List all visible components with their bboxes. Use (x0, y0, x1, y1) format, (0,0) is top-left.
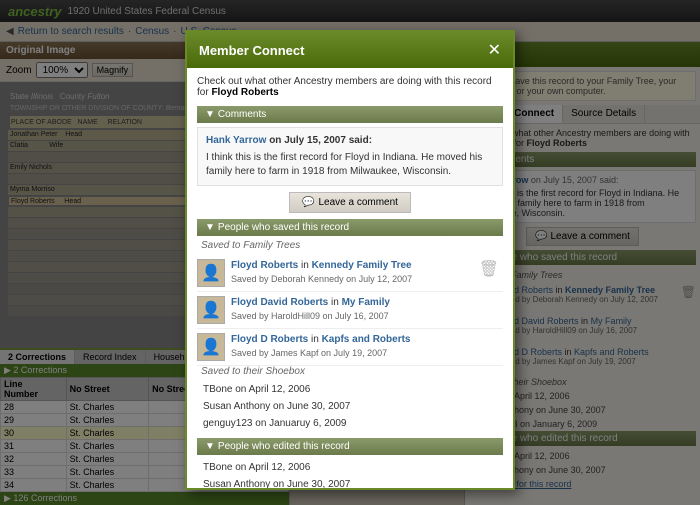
modal-avatar-1: 👤 (197, 259, 225, 287)
modal-edited-2: Susan Anthony on June 30, 2007 (197, 476, 503, 490)
modal-arrow-2: ▼ (205, 222, 215, 233)
modal-edited-1: TBone on April 12, 2006 (197, 459, 503, 476)
modal-subtitle: Check out what other Ancestry members ar… (197, 76, 503, 98)
modal-edited-section[interactable]: ▼ People who edited this record (197, 438, 503, 455)
modal-arrow-3: ▼ (205, 441, 215, 452)
modal-header: Member Connect ✕ (187, 32, 513, 68)
modal-saved-item-2: 👤 Floyd David Roberts in My Family Saved… (197, 292, 503, 329)
modal-body: Check out what other Ancestry members ar… (187, 68, 513, 490)
modal-avatar-3: 👤 (197, 333, 225, 361)
modal-title: Member Connect (199, 43, 304, 58)
modal-saved-sub-2: Saved by HaroldHill09 on July 16, 2007 (231, 310, 390, 323)
modal-saved-trees-label: Saved to Family Trees (197, 240, 503, 251)
modal-saved-person-1[interactable]: Floyd Roberts (231, 260, 298, 271)
modal-saved-item-1: 👤 Floyd Roberts in Kennedy Family Tree S… (197, 255, 503, 292)
modal-close-button[interactable]: ✕ (488, 40, 501, 60)
modal-shoebox-3: genguy123 on Januaruy 6, 2009 (197, 415, 503, 432)
modal-saved-tree-3[interactable]: Kapfs and Roberts (322, 334, 411, 345)
modal-saved-person-3[interactable]: Floyd D Roberts (231, 334, 308, 345)
modal-shoebox-2: Susan Anthony on June 30, 2007 (197, 398, 503, 415)
modal-saved-section[interactable]: ▼ People who saved this record (197, 219, 503, 236)
modal-leave-comment-button[interactable]: 💬 Leave a comment (289, 192, 411, 213)
modal-comments-section[interactable]: ▼ Comments (197, 106, 503, 123)
modal-overlay[interactable]: Member Connect ✕ Check out what other An… (0, 0, 700, 505)
modal-saved-person-2[interactable]: Floyd David Roberts (231, 297, 328, 308)
modal-shoebox-1: TBone on April 12, 2006 (197, 381, 503, 398)
modal-comment-text: I think this is the first record for Flo… (206, 151, 494, 179)
modal-saved-tree-1[interactable]: Kennedy Family Tree (312, 260, 412, 271)
modal-delete-1[interactable]: 🗑 (475, 259, 503, 279)
modal-dialog: Member Connect ✕ Check out what other An… (185, 30, 515, 490)
modal-shoebox-label: Saved to their Shoebox (197, 366, 503, 377)
modal-comment-box: Hank Yarrow on July 15, 2007 said: I thi… (197, 127, 503, 186)
modal-avatar-2: 👤 (197, 296, 225, 324)
modal-saved-sub-1: Saved by Deborah Kennedy on July 12, 200… (231, 273, 412, 286)
modal-arrow-1: ▼ (205, 109, 215, 120)
modal-saved-item-3: 👤 Floyd D Roberts in Kapfs and Roberts S… (197, 329, 503, 366)
modal-saved-tree-2[interactable]: My Family (342, 297, 390, 308)
modal-saved-sub-3: Saved by James Kapf on July 19, 2007 (231, 347, 410, 360)
modal-comment-icon: 💬 (302, 197, 314, 208)
